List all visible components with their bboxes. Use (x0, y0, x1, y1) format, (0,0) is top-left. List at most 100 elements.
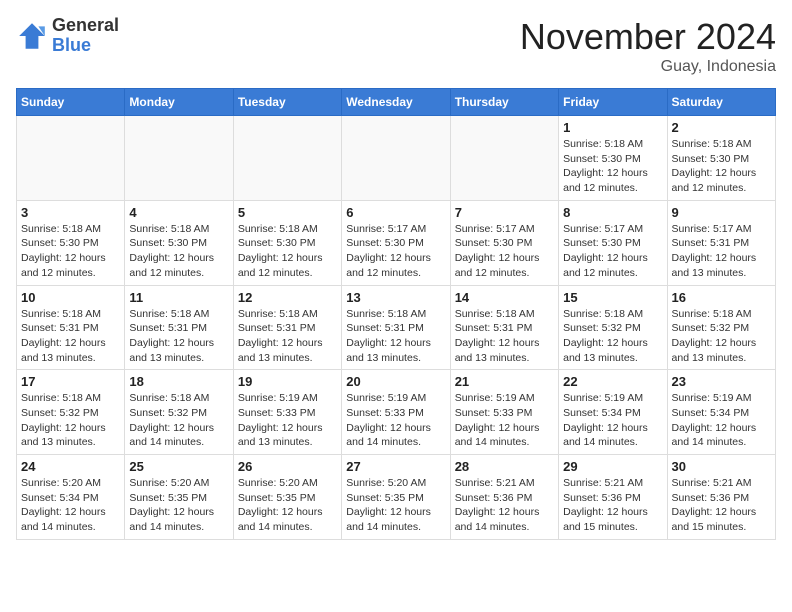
day-number: 20 (346, 374, 445, 389)
day-number: 22 (563, 374, 662, 389)
calendar-cell: 24 Sunrise: 5:20 AMSunset: 5:34 PMDayligh… (17, 455, 125, 540)
day-number: 23 (672, 374, 771, 389)
day-info: Sunrise: 5:18 AMSunset: 5:30 PMDaylight:… (563, 137, 662, 196)
calendar-cell: 4 Sunrise: 5:18 AMSunset: 5:30 PMDaylight… (125, 200, 233, 285)
calendar-cell: 25 Sunrise: 5:20 AMSunset: 5:35 PMDayligh… (125, 455, 233, 540)
day-number: 18 (129, 374, 228, 389)
day-number: 30 (672, 459, 771, 474)
calendar-cell: 13 Sunrise: 5:18 AMSunset: 5:31 PMDayligh… (342, 285, 450, 370)
weekday-header-tuesday: Tuesday (233, 89, 341, 116)
day-info: Sunrise: 5:18 AMSunset: 5:30 PMDaylight:… (238, 222, 337, 281)
day-info: Sunrise: 5:17 AMSunset: 5:30 PMDaylight:… (346, 222, 445, 281)
day-number: 28 (455, 459, 554, 474)
location: Guay, Indonesia (520, 58, 776, 76)
day-number: 14 (455, 290, 554, 305)
day-number: 2 (672, 120, 771, 135)
calendar-cell: 6Sunrise: 5:17 AMSunset: 5:30 PMDaylight… (342, 200, 450, 285)
day-number: 1 (563, 120, 662, 135)
day-number: 19 (238, 374, 337, 389)
day-info: Sunrise: 5:18 AMSunset: 5:31 PMDaylight:… (129, 307, 228, 366)
month-title: November 2024 (520, 16, 776, 58)
calendar-cell: 23Sunrise: 5:19 AMSunset: 5:34 PMDayligh… (667, 370, 775, 455)
calendar-cell: 5Sunrise: 5:18 AMSunset: 5:30 PMDaylight… (233, 200, 341, 285)
calendar-cell: 9 Sunrise: 5:17 AMSunset: 5:31 PMDaylight… (667, 200, 775, 285)
day-number: 13 (346, 290, 445, 305)
day-number: 27 (346, 459, 445, 474)
day-info: Sunrise: 5:21 AMSunset: 5:36 PMDaylight:… (672, 476, 771, 535)
day-number: 8 (563, 205, 662, 220)
weekday-header-sunday: Sunday (17, 89, 125, 116)
day-number: 4 (129, 205, 228, 220)
day-info: Sunrise: 5:17 AMSunset: 5:30 PMDaylight:… (563, 222, 662, 281)
day-number: 24 (21, 459, 120, 474)
day-number: 7 (455, 205, 554, 220)
day-number: 10 (21, 290, 120, 305)
calendar-week-2: 3 Sunrise: 5:18 AMSunset: 5:30 PMDaylight… (17, 200, 776, 285)
weekday-header-thursday: Thursday (450, 89, 558, 116)
day-info: Sunrise: 5:19 AMSunset: 5:34 PMDaylight:… (563, 391, 662, 450)
calendar-week-5: 24 Sunrise: 5:20 AMSunset: 5:34 PMDayligh… (17, 455, 776, 540)
calendar-cell: 12 Sunrise: 5:18 AMSunset: 5:31 PMDayligh… (233, 285, 341, 370)
day-info: Sunrise: 5:19 AMSunset: 5:33 PMDaylight:… (455, 391, 554, 450)
title-block: November 2024 Guay, Indonesia (520, 16, 776, 76)
calendar-cell: 14Sunrise: 5:18 AMSunset: 5:31 PMDayligh… (450, 285, 558, 370)
calendar-cell: 26 Sunrise: 5:20 AMSunset: 5:35 PMDayligh… (233, 455, 341, 540)
day-info: Sunrise: 5:20 AMSunset: 5:35 PMDaylight:… (238, 476, 337, 535)
day-info: Sunrise: 5:20 AMSunset: 5:35 PMDaylight:… (129, 476, 228, 535)
weekday-header-wednesday: Wednesday (342, 89, 450, 116)
weekday-header-monday: Monday (125, 89, 233, 116)
day-info: Sunrise: 5:17 AMSunset: 5:31 PMDaylight:… (672, 222, 771, 281)
day-info: Sunrise: 5:18 AMSunset: 5:30 PMDaylight:… (21, 222, 120, 281)
day-info: Sunrise: 5:19 AMSunset: 5:33 PMDaylight:… (238, 391, 337, 450)
calendar-cell: 19 Sunrise: 5:19 AMSunset: 5:33 PMDayligh… (233, 370, 341, 455)
day-info: Sunrise: 5:18 AMSunset: 5:31 PMDaylight:… (346, 307, 445, 366)
calendar-cell: 18 Sunrise: 5:18 AMSunset: 5:32 PMDayligh… (125, 370, 233, 455)
day-info: Sunrise: 5:21 AMSunset: 5:36 PMDaylight:… (563, 476, 662, 535)
calendar-cell: 22 Sunrise: 5:19 AMSunset: 5:34 PMDayligh… (559, 370, 667, 455)
day-info: Sunrise: 5:19 AMSunset: 5:33 PMDaylight:… (346, 391, 445, 450)
day-info: Sunrise: 5:18 AMSunset: 5:31 PMDaylight:… (21, 307, 120, 366)
day-number: 12 (238, 290, 337, 305)
day-info: Sunrise: 5:20 AMSunset: 5:35 PMDaylight:… (346, 476, 445, 535)
day-info: Sunrise: 5:18 AMSunset: 5:32 PMDaylight:… (563, 307, 662, 366)
page-header: General Blue November 2024 Guay, Indones… (16, 16, 776, 76)
calendar-cell: 8 Sunrise: 5:17 AMSunset: 5:30 PMDaylight… (559, 200, 667, 285)
calendar-cell: 30 Sunrise: 5:21 AMSunset: 5:36 PMDayligh… (667, 455, 775, 540)
day-number: 9 (672, 205, 771, 220)
day-info: Sunrise: 5:20 AMSunset: 5:34 PMDaylight:… (21, 476, 120, 535)
calendar-cell: 15 Sunrise: 5:18 AMSunset: 5:32 PMDayligh… (559, 285, 667, 370)
calendar-cell (125, 116, 233, 201)
weekday-header-saturday: Saturday (667, 89, 775, 116)
day-info: Sunrise: 5:18 AMSunset: 5:31 PMDaylight:… (238, 307, 337, 366)
calendar-cell: 7Sunrise: 5:17 AMSunset: 5:30 PMDaylight… (450, 200, 558, 285)
weekday-header-friday: Friday (559, 89, 667, 116)
day-number: 25 (129, 459, 228, 474)
day-number: 29 (563, 459, 662, 474)
logo-icon (16, 20, 48, 52)
day-number: 15 (563, 290, 662, 305)
calendar-week-1: 1 Sunrise: 5:18 AMSunset: 5:30 PMDaylight… (17, 116, 776, 201)
day-info: Sunrise: 5:18 AMSunset: 5:32 PMDaylight:… (672, 307, 771, 366)
calendar-cell: 10 Sunrise: 5:18 AMSunset: 5:31 PMDayligh… (17, 285, 125, 370)
logo: General Blue (16, 16, 119, 56)
day-info: Sunrise: 5:18 AMSunset: 5:30 PMDaylight:… (129, 222, 228, 281)
logo-text: General Blue (52, 16, 119, 56)
day-number: 11 (129, 290, 228, 305)
calendar-cell: 29 Sunrise: 5:21 AMSunset: 5:36 PMDayligh… (559, 455, 667, 540)
day-number: 17 (21, 374, 120, 389)
day-info: Sunrise: 5:18 AMSunset: 5:32 PMDaylight:… (129, 391, 228, 450)
day-info: Sunrise: 5:21 AMSunset: 5:36 PMDaylight:… (455, 476, 554, 535)
day-number: 26 (238, 459, 337, 474)
calendar-cell (17, 116, 125, 201)
day-number: 3 (21, 205, 120, 220)
calendar-cell: 20 Sunrise: 5:19 AMSunset: 5:33 PMDayligh… (342, 370, 450, 455)
calendar-cell (342, 116, 450, 201)
day-number: 21 (455, 374, 554, 389)
calendar-cell: 17 Sunrise: 5:18 AMSunset: 5:32 PMDayligh… (17, 370, 125, 455)
day-number: 16 (672, 290, 771, 305)
day-info: Sunrise: 5:18 AMSunset: 5:32 PMDaylight:… (21, 391, 120, 450)
calendar-cell: 11 Sunrise: 5:18 AMSunset: 5:31 PMDayligh… (125, 285, 233, 370)
calendar-week-3: 10 Sunrise: 5:18 AMSunset: 5:31 PMDayligh… (17, 285, 776, 370)
calendar-week-4: 17 Sunrise: 5:18 AMSunset: 5:32 PMDayligh… (17, 370, 776, 455)
calendar-cell: 16 Sunrise: 5:18 AMSunset: 5:32 PMDayligh… (667, 285, 775, 370)
